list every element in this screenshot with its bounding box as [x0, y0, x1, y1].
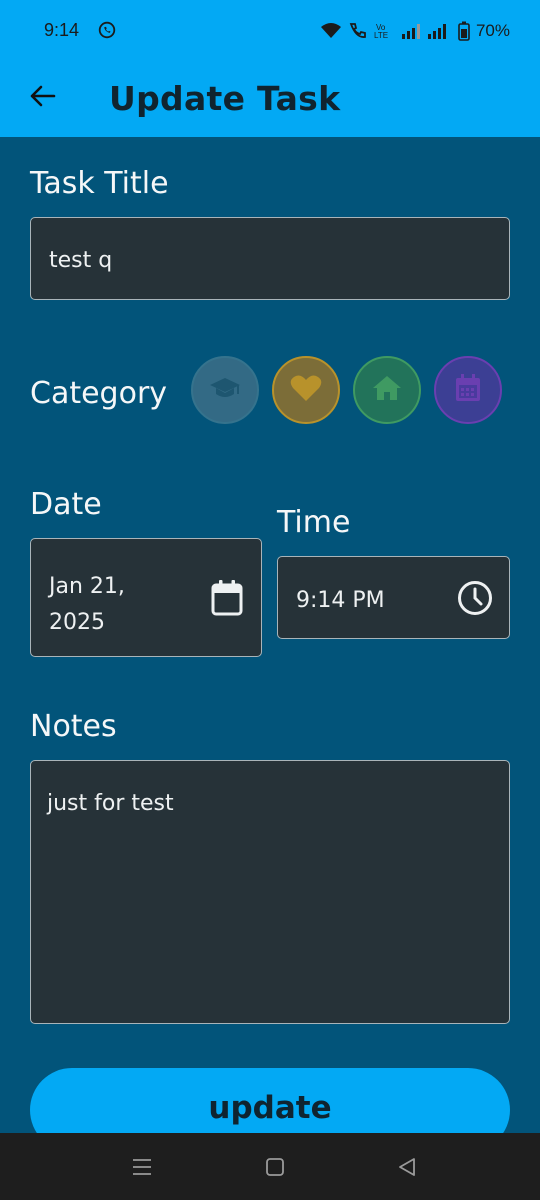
volte-icon: Vo LTE: [374, 22, 396, 40]
heart-icon: [290, 374, 322, 406]
category-health-button[interactable]: [272, 356, 340, 424]
signal-icon: [401, 22, 452, 40]
wifi-icon: [320, 22, 342, 40]
status-time: 9:14: [44, 20, 80, 40]
notes-label: Notes: [30, 709, 117, 744]
category-calendar-button[interactable]: [434, 356, 502, 424]
battery-percent: 70%: [475, 21, 510, 40]
clock-icon[interactable]: [457, 580, 493, 622]
home-icon: [372, 374, 402, 406]
time-picker-field[interactable]: 9:14 PM: [277, 556, 510, 639]
category-label: Category: [30, 376, 168, 411]
date-value-month-day: Jan 21,: [49, 574, 125, 599]
calendar-icon[interactable]: [211, 580, 243, 622]
battery-icon: [458, 21, 470, 41]
category-home-button[interactable]: [353, 356, 421, 424]
recents-icon[interactable]: [130, 1155, 154, 1179]
time-label: Time: [277, 505, 351, 540]
notes-textarea[interactable]: just for test: [30, 760, 510, 1024]
task-title-value: test q: [49, 248, 113, 273]
home-icon[interactable]: [263, 1155, 287, 1179]
date-picker-field[interactable]: Jan 21, 2025: [30, 538, 262, 657]
time-value: 9:14 PM: [296, 588, 385, 613]
svg-text:LTE: LTE: [374, 31, 388, 40]
status-bar: 9:14 Vo LTE 70%: [0, 0, 540, 62]
page-title: Update Task: [109, 79, 341, 118]
arrow-left-icon: [28, 84, 56, 112]
task-title-label: Task Title: [30, 166, 169, 201]
calendar-icon: [454, 373, 482, 407]
back-button[interactable]: [24, 80, 60, 116]
system-nav-bar: [0, 1133, 540, 1200]
app-bar: Update Task: [0, 62, 540, 137]
whatsapp-icon: [98, 21, 116, 39]
task-title-input[interactable]: test q: [30, 217, 510, 300]
date-label: Date: [30, 487, 102, 522]
call-icon: [348, 22, 368, 40]
category-education-button[interactable]: [191, 356, 259, 424]
notes-value: just for test: [47, 791, 174, 816]
graduation-cap-icon: [209, 375, 241, 405]
status-icons: Vo LTE 70%: [320, 20, 510, 42]
date-value-year: 2025: [49, 610, 105, 635]
back-icon[interactable]: [395, 1155, 419, 1179]
